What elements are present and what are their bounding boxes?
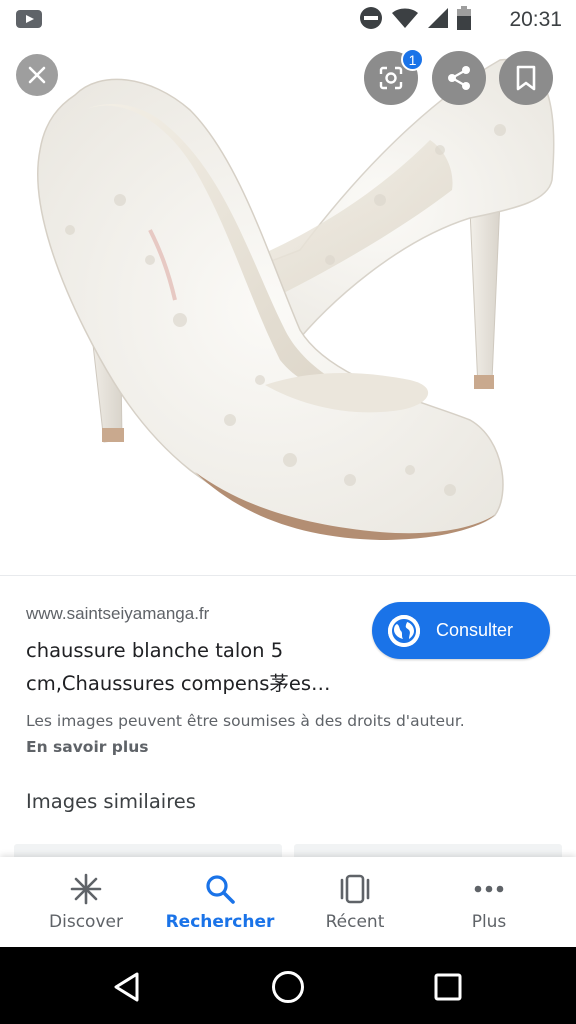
consult-button[interactable]: Consulter [372,602,550,659]
system-back-button[interactable] [107,967,147,1007]
similar-images-strip [14,844,562,858]
nav-discover[interactable]: Discover [14,857,158,947]
nav-more[interactable]: Plus [417,857,561,947]
system-recents-button[interactable] [428,967,468,1007]
result-title[interactable]: chaussure blanche talon 5 cm,Chaussures … [26,634,356,700]
similar-image-thumbnail[interactable] [294,844,562,858]
copyright-notice: Les images peuvent être soumises à des d… [26,712,465,730]
signal-icon [427,6,449,34]
share-button[interactable] [432,51,486,105]
battery-icon [457,6,472,34]
consult-label: Consulter [436,620,514,640]
wifi-icon [391,6,419,34]
similar-image-thumbnail[interactable] [14,844,282,858]
nav-label: Discover [49,912,123,932]
system-home-button[interactable] [268,967,308,1007]
more-dots-icon [473,873,505,905]
nav-search[interactable]: Rechercher [148,857,292,947]
google-lens-icon [379,66,403,90]
status-icons: 20:31 [359,6,562,34]
nav-recent[interactable]: Récent [283,857,427,947]
do-not-disturb-icon [359,6,383,34]
asterisk-icon [70,873,102,905]
nav-label: Rechercher [165,912,275,932]
white-lace-pumps-illustration [37,58,555,540]
bottom-navigation: Discover Rechercher Récent Plus [0,857,576,947]
globe-icon [388,614,420,647]
nav-label: Récent [325,912,385,932]
similar-images-heading: Images similaires [26,790,196,813]
status-time: 20:31 [509,8,562,31]
youtube-icon [16,9,42,33]
bookmark-icon [516,65,536,91]
result-details-panel: www.saintseiyamanga.fr chaussure blanche… [0,575,576,858]
lens-count-badge: 1 [401,48,424,71]
recent-tabs-icon [338,873,372,905]
learn-more-link[interactable]: En savoir plus [26,738,148,756]
back-triangle-icon [114,972,139,1002]
status-bar: 20:31 [0,0,576,40]
home-circle-icon [272,971,304,1003]
save-button[interactable] [499,51,553,105]
result-image[interactable] [0,0,576,575]
system-navigation-bar [0,947,576,1024]
recents-square-icon [434,973,462,1001]
source-domain[interactable]: www.saintseiyamanga.fr [26,604,209,624]
close-button[interactable] [16,54,58,96]
nav-label: Plus [471,912,507,932]
close-icon [28,66,46,84]
share-icon [448,66,470,90]
search-icon [204,873,236,905]
